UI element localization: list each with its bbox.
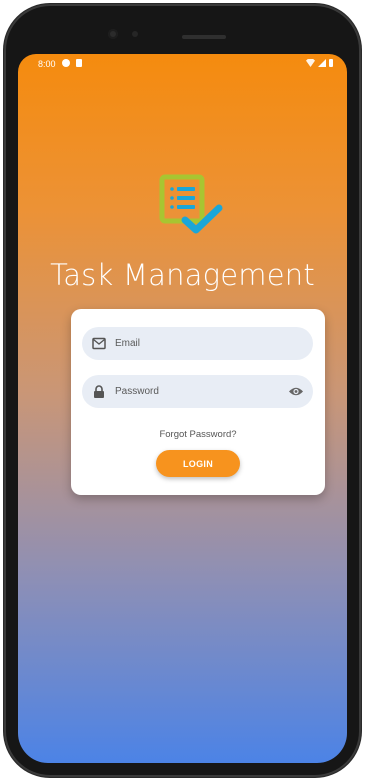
status-time: 8:00: [38, 59, 56, 69]
forgot-password-link[interactable]: Forgot Password?: [71, 429, 325, 440]
proximity-sensor: [132, 31, 138, 37]
task-checklist-icon: [159, 174, 223, 234]
envelope-icon: [92, 337, 106, 350]
wifi-icon: [306, 59, 315, 67]
password-input[interactable]: [115, 375, 285, 408]
phone-frame: 8:00 Task Management Email Forgot Passwo…: [4, 4, 361, 777]
sd-card-icon: [76, 59, 82, 67]
signal-icon: [318, 59, 326, 67]
login-button[interactable]: LOGIN: [156, 450, 240, 477]
google-notification-icon: [62, 59, 70, 67]
email-field[interactable]: [82, 327, 313, 360]
battery-icon: [329, 59, 333, 67]
status-bar: 8:00: [18, 54, 347, 74]
phone-top-bezel: [4, 4, 361, 52]
email-input[interactable]: [115, 327, 285, 360]
status-indicators: [306, 59, 333, 67]
login-card: Forgot Password? LOGIN: [71, 309, 325, 495]
lock-icon: [94, 385, 104, 398]
app-title: Task Management: [50, 258, 315, 292]
eye-icon[interactable]: [288, 385, 304, 398]
app-screen: 8:00 Task Management Email Forgot Passwo…: [18, 54, 347, 763]
earpiece-speaker: [182, 35, 226, 39]
front-camera: [108, 29, 118, 39]
password-field[interactable]: [82, 375, 313, 408]
